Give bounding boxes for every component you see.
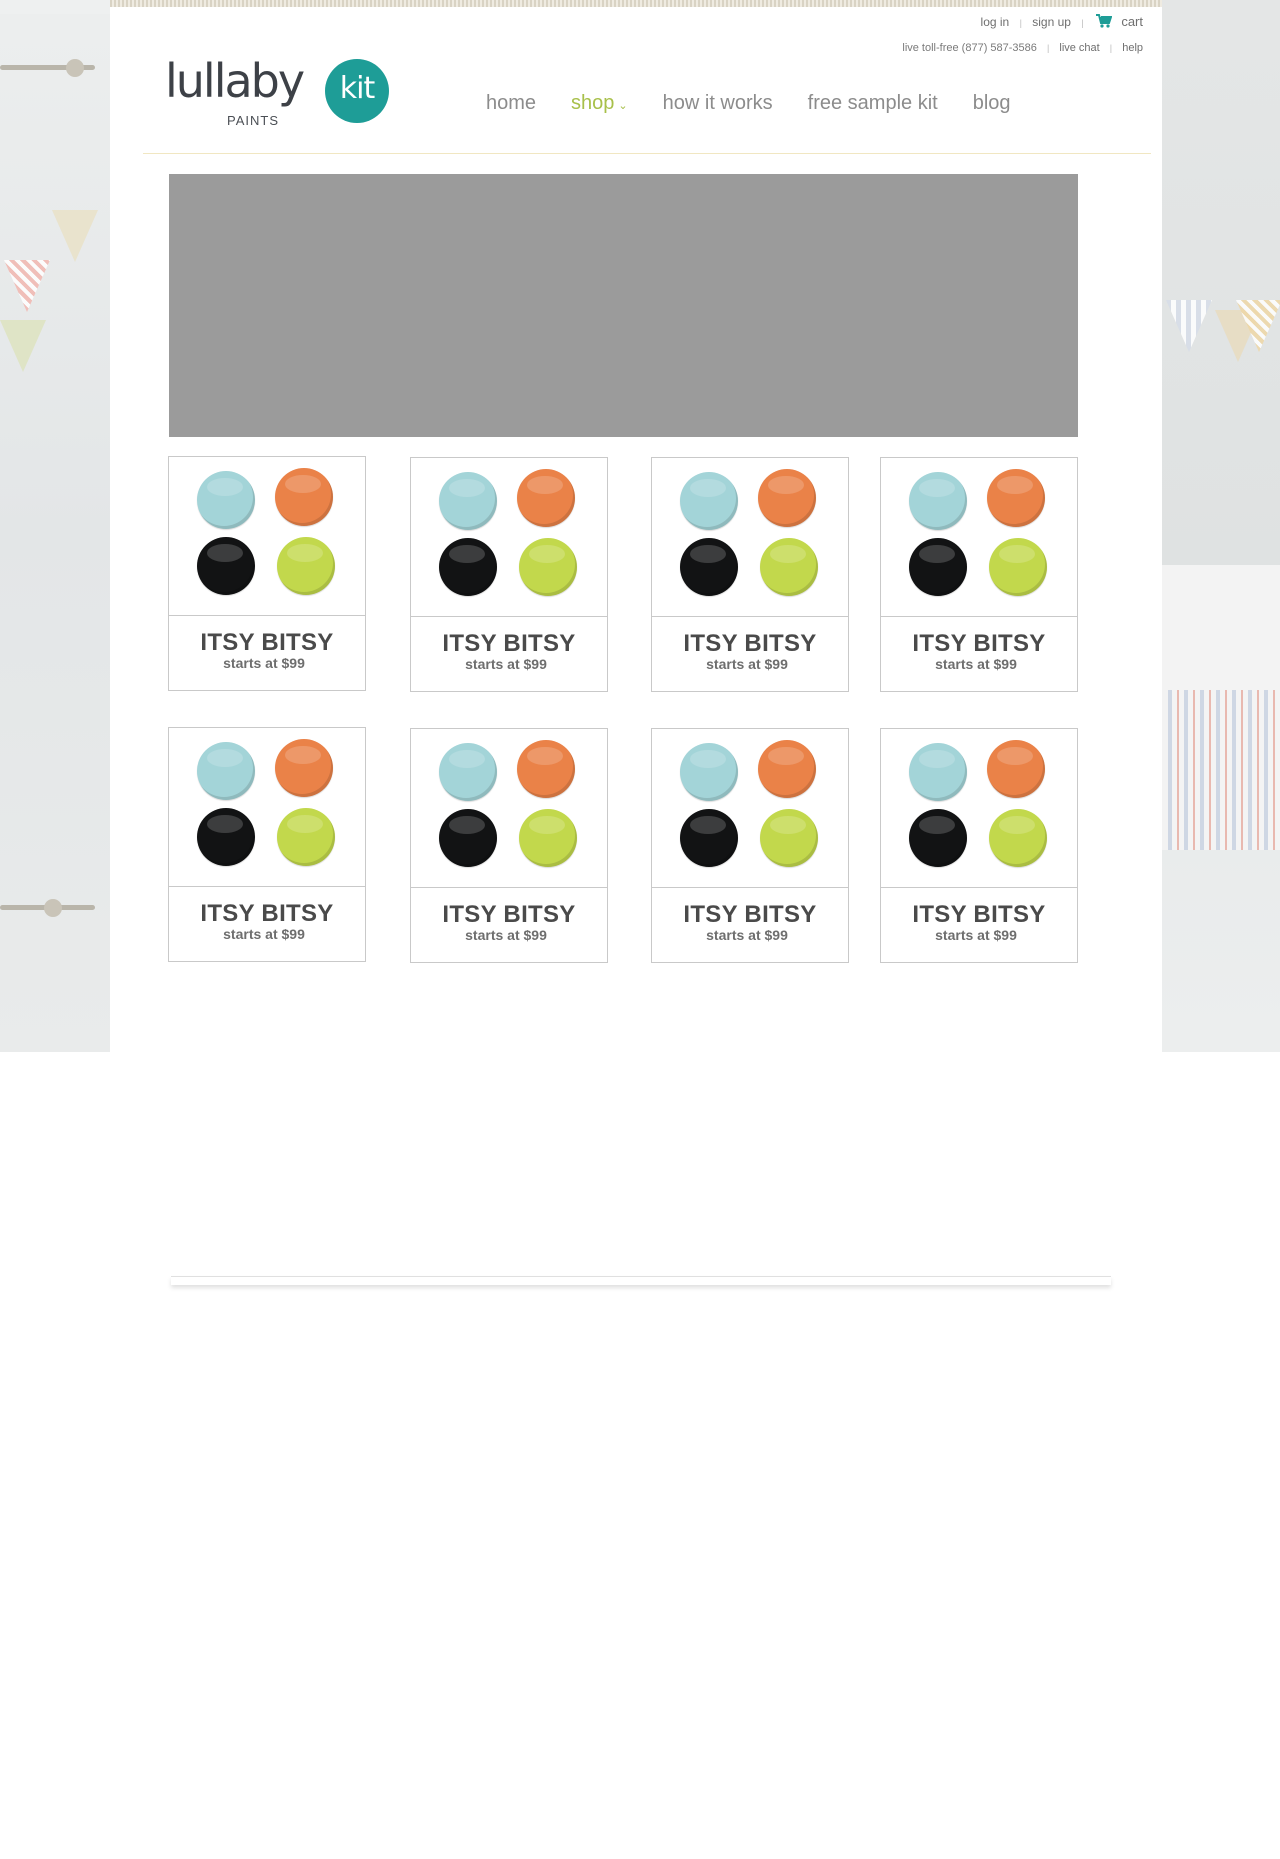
product-card[interactable]: ITSY BITSY starts at $99 bbox=[168, 456, 366, 691]
login-link[interactable]: log in bbox=[981, 15, 1010, 29]
swatch-green bbox=[760, 809, 818, 867]
hero-banner[interactable] bbox=[169, 174, 1078, 437]
background-wall-right bbox=[1162, 0, 1280, 565]
main-nav: home shop ⌄ how it works free sample kit … bbox=[486, 92, 1046, 122]
swatch-blue bbox=[909, 743, 967, 801]
separator: | bbox=[1019, 18, 1022, 28]
color-swatches bbox=[169, 457, 365, 616]
help-link[interactable]: help bbox=[1122, 42, 1143, 54]
product-title: ITSY BITSY bbox=[912, 630, 1046, 657]
color-swatches bbox=[652, 458, 848, 617]
swatch-blue bbox=[197, 742, 255, 800]
cart-link[interactable]: cart bbox=[1121, 14, 1143, 29]
nav-shop[interactable]: shop ⌄ bbox=[571, 92, 628, 122]
swatch-green bbox=[760, 538, 818, 596]
swatch-blue bbox=[197, 471, 255, 529]
swatch-orange bbox=[987, 740, 1045, 798]
swatch-green bbox=[519, 809, 577, 867]
product-title: ITSY BITSY bbox=[442, 630, 576, 657]
swatch-orange bbox=[275, 468, 333, 526]
swatch-green bbox=[277, 808, 335, 866]
swatch-black bbox=[909, 809, 967, 867]
color-swatches bbox=[652, 729, 848, 888]
chevron-down-icon: ⌄ bbox=[618, 100, 628, 112]
swatch-blue bbox=[439, 472, 497, 530]
swatch-orange bbox=[517, 740, 575, 798]
utility-links-top: log in | sign up | cart bbox=[981, 14, 1143, 31]
swatch-green bbox=[989, 538, 1047, 596]
nav-divider bbox=[143, 153, 1151, 154]
swatch-black bbox=[680, 538, 738, 596]
background-wall-left bbox=[0, 14, 112, 1052]
product-price: starts at $99 bbox=[465, 656, 547, 672]
swatch-orange bbox=[275, 739, 333, 797]
crib-bedding bbox=[1168, 690, 1280, 850]
swatch-black bbox=[909, 538, 967, 596]
utility-links-bottom: live toll-free (877) 587-3586 | live cha… bbox=[902, 42, 1143, 54]
color-swatches bbox=[169, 728, 365, 887]
swatch-green bbox=[519, 538, 577, 596]
swatch-black bbox=[197, 537, 255, 595]
product-card[interactable]: ITSY BITSY starts at $99 bbox=[651, 457, 849, 692]
product-price: starts at $99 bbox=[465, 927, 547, 943]
logo-badge: kit bbox=[325, 59, 389, 123]
content-bottom-edge bbox=[171, 1276, 1111, 1285]
swatch-black bbox=[439, 538, 497, 596]
product-title: ITSY BITSY bbox=[200, 900, 334, 927]
curtain-rod-knob bbox=[66, 59, 84, 77]
product-title: ITSY BITSY bbox=[200, 629, 334, 656]
swatch-orange bbox=[517, 469, 575, 527]
shopping-cart-icon[interactable] bbox=[1095, 14, 1113, 31]
logo-wordmark: lullaby bbox=[165, 54, 305, 108]
swatch-blue bbox=[680, 743, 738, 801]
swatch-blue bbox=[909, 472, 967, 530]
swatch-green bbox=[277, 537, 335, 595]
site-logo[interactable]: lullaby PAINTS kit bbox=[165, 58, 395, 128]
product-card[interactable]: ITSY BITSY starts at $99 bbox=[410, 457, 608, 692]
live-chat-link[interactable]: live chat bbox=[1059, 42, 1099, 54]
swatch-black bbox=[197, 808, 255, 866]
nav-blog[interactable]: blog bbox=[973, 92, 1011, 122]
swatch-black bbox=[680, 809, 738, 867]
nav-home[interactable]: home bbox=[486, 92, 536, 122]
color-swatches bbox=[411, 458, 607, 617]
product-title: ITSY BITSY bbox=[683, 630, 817, 657]
swatch-green bbox=[989, 809, 1047, 867]
product-title: ITSY BITSY bbox=[683, 901, 817, 928]
swatch-orange bbox=[758, 469, 816, 527]
color-swatches bbox=[411, 729, 607, 888]
logo-subtitle: PAINTS bbox=[227, 113, 279, 128]
separator: | bbox=[1109, 43, 1113, 53]
nav-shop-label: shop bbox=[571, 92, 615, 114]
product-title: ITSY BITSY bbox=[912, 901, 1046, 928]
product-price: starts at $99 bbox=[706, 656, 788, 672]
curtain-rod-knob bbox=[44, 899, 62, 917]
phone-number: live toll-free (877) 587-3586 bbox=[902, 42, 1037, 54]
swatch-orange bbox=[987, 469, 1045, 527]
product-price: starts at $99 bbox=[223, 926, 305, 942]
signup-link[interactable]: sign up bbox=[1032, 15, 1071, 29]
product-price: starts at $99 bbox=[706, 927, 788, 943]
product-price: starts at $99 bbox=[223, 655, 305, 671]
top-stripe bbox=[110, 0, 1162, 7]
swatch-black bbox=[439, 809, 497, 867]
product-title: ITSY BITSY bbox=[442, 901, 576, 928]
separator: | bbox=[1081, 18, 1084, 28]
swatch-blue bbox=[439, 743, 497, 801]
product-price: starts at $99 bbox=[935, 927, 1017, 943]
nav-free-sample-kit[interactable]: free sample kit bbox=[808, 92, 938, 122]
color-swatches bbox=[881, 458, 1077, 617]
product-card[interactable]: ITSY BITSY starts at $99 bbox=[880, 728, 1078, 963]
product-card[interactable]: ITSY BITSY starts at $99 bbox=[651, 728, 849, 963]
color-swatches bbox=[881, 729, 1077, 888]
separator: | bbox=[1046, 43, 1050, 53]
product-card[interactable]: ITSY BITSY starts at $99 bbox=[880, 457, 1078, 692]
product-price: starts at $99 bbox=[935, 656, 1017, 672]
swatch-orange bbox=[758, 740, 816, 798]
nav-how-it-works[interactable]: how it works bbox=[663, 92, 773, 122]
product-card[interactable]: ITSY BITSY starts at $99 bbox=[410, 728, 608, 963]
product-card[interactable]: ITSY BITSY starts at $99 bbox=[168, 727, 366, 962]
swatch-blue bbox=[680, 472, 738, 530]
